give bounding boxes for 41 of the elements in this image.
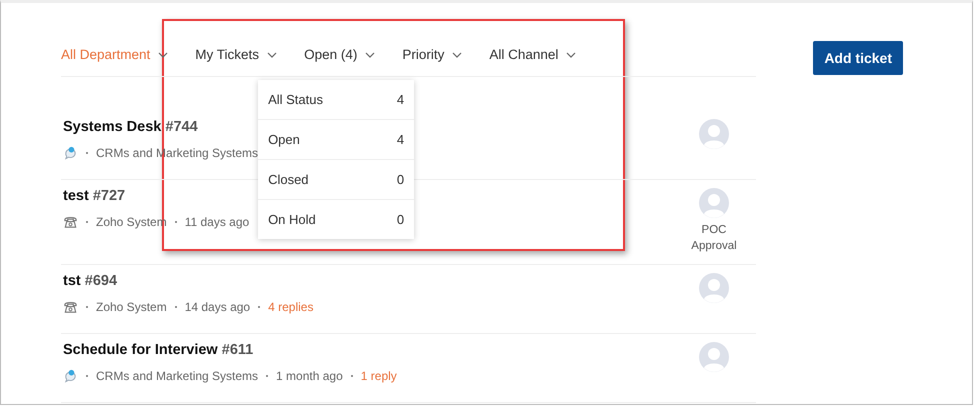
assignee-name: POC Approval: [690, 223, 738, 254]
add-ticket-button[interactable]: Add ticket: [813, 41, 903, 75]
filter-dropdown[interactable]: All Channel: [489, 47, 576, 62]
phone-icon: [63, 299, 78, 314]
time-text: 14 days ago: [184, 300, 250, 314]
separator-dot: [86, 306, 88, 308]
time-text: 1 month ago: [276, 368, 343, 383]
ticket-title[interactable]: Systems Desk #744: [63, 119, 258, 135]
status-menu-item[interactable]: On Hold 0: [258, 200, 414, 239]
department-text: Zoho System: [96, 300, 167, 314]
caret-icon: [158, 52, 168, 58]
time-text: 11 days ago: [184, 214, 250, 228]
filter-dropdown[interactable]: My Tickets: [195, 47, 278, 62]
separator-dot: [86, 220, 88, 222]
avatar-icon: [699, 342, 729, 372]
separator-dot: [258, 306, 260, 308]
ticket-title[interactable]: test #727: [63, 188, 250, 204]
caret-icon: [267, 52, 278, 58]
filter-dropdown[interactable]: Open (4): [304, 47, 376, 62]
department-text: CRMs and Marketing Systems: [96, 368, 258, 383]
status-menu-item[interactable]: Closed 0: [258, 160, 414, 200]
separator-dot: [86, 152, 88, 154]
avatar-icon: [699, 119, 729, 149]
phone-icon: [63, 214, 78, 229]
filter-dropdown[interactable]: Priority: [402, 47, 462, 62]
avatar-icon: [699, 188, 729, 218]
caret-icon: [452, 52, 462, 58]
ticket-title[interactable]: Schedule for Interview #611: [63, 342, 397, 358]
separator-dot: [350, 374, 353, 377]
chat-bubble-icon: [63, 368, 78, 384]
ticket-title[interactable]: tst #694: [63, 273, 314, 290]
status-menu-item[interactable]: All Status 4: [258, 80, 414, 120]
avatar-icon: [699, 273, 729, 304]
separator-dot: [266, 374, 268, 377]
caret-icon: [566, 52, 576, 58]
separator-dot: [174, 306, 177, 308]
caret-icon: [365, 52, 376, 58]
separator-dot: [174, 220, 177, 222]
separator-dot: [86, 374, 88, 377]
chat-bubble-icon: [63, 145, 78, 160]
status-menu-item[interactable]: Open 4: [258, 120, 414, 160]
